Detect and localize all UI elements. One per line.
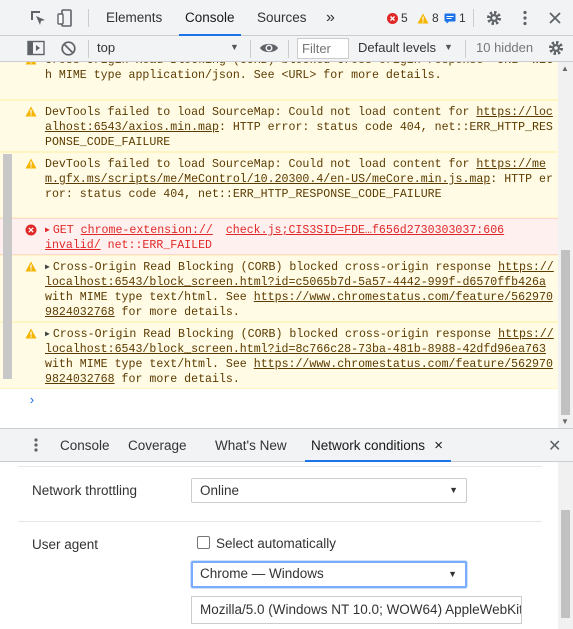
info-message-icon — [444, 13, 456, 23]
info-badge[interactable]: 1 — [444, 10, 466, 26]
scrollbar-thumb[interactable] — [561, 510, 570, 618]
dropdown-arrow-icon: ▼ — [449, 485, 458, 495]
console-message-warning[interactable]: ▶ Cross-Origin Read Blocking (CORB) block… — [0, 322, 558, 389]
warning-icon — [25, 106, 37, 118]
console-scrollbar[interactable]: ▲ ▼ — [558, 62, 573, 428]
divider — [18, 521, 542, 522]
drawer-menu-icon[interactable] — [30, 437, 42, 456]
request-url[interactable]: chrome-extension:// — [81, 224, 213, 237]
tab-sources[interactable]: Sources — [251, 0, 313, 36]
eye-icon[interactable] — [259, 41, 279, 58]
divider — [18, 466, 542, 467]
tab-label: Network conditions — [311, 438, 426, 453]
scrollbar-thumb[interactable] — [3, 154, 12, 379]
message-text: Cross-Origin Read Blocking (CORB) blocke… — [52, 328, 499, 341]
warning-icon — [417, 13, 429, 23]
inspect-icon[interactable] — [28, 8, 48, 28]
request-method: GET — [52, 224, 74, 237]
network-throttling-select[interactable]: Online ▼ — [191, 478, 467, 503]
dropdown-arrow-icon[interactable]: ▼ — [230, 42, 239, 52]
drawer-tab-console[interactable]: Console — [54, 429, 116, 462]
info-count: 1 — [459, 11, 466, 25]
tab-elements[interactable]: Elements — [100, 0, 168, 36]
drawer-scrollbar[interactable] — [558, 462, 573, 629]
console-filter-toolbar: top ▼ Default levels ▼ 10 hidden — [0, 36, 573, 62]
close-drawer-icon[interactable]: ✕ — [548, 436, 561, 456]
console-message-warning[interactable]: ▶ Cross-Origin Read Blocking (CORB) block… — [0, 255, 558, 322]
network-conditions-panel: Network throttling Online ▼ User agent S… — [0, 462, 558, 629]
warning-icon — [25, 158, 37, 170]
filter-input[interactable] — [297, 38, 349, 59]
message-text: with MIME type text/html. See — [45, 358, 254, 371]
console-settings-icon[interactable] — [547, 39, 565, 60]
warning-icon — [25, 62, 37, 66]
drawer-tab-coverage[interactable]: Coverage — [122, 429, 193, 462]
source-link[interactable]: check.js;CIS3SID=FDE…f656d2730303037:606 — [226, 224, 504, 237]
tab-console[interactable]: Console — [179, 0, 241, 36]
toolbar-divider — [465, 40, 466, 58]
console-message-warning[interactable]: DevTools failed to load SourceMap: Could… — [0, 152, 558, 218]
drawer-tab-network-conditions[interactable]: Network conditions × — [305, 429, 452, 462]
more-tabs-button[interactable]: » — [320, 0, 341, 36]
request-url[interactable]: invalid/ — [45, 239, 101, 252]
message-text: for more details. — [114, 373, 240, 386]
warnings-badge[interactable]: 8 — [417, 10, 439, 26]
settings-icon[interactable] — [484, 8, 504, 28]
console-prompt-row[interactable]: › — [0, 389, 558, 417]
warning-icon — [25, 261, 37, 273]
prompt-caret-icon: › — [28, 393, 36, 408]
select-automatically-label[interactable]: Select automatically — [216, 536, 336, 551]
dropdown-arrow-icon: ▼ — [448, 569, 457, 579]
errors-badge[interactable]: 5 — [387, 10, 408, 26]
console-message-warning[interactable]: DevTools failed to load SourceMap: Could… — [0, 100, 558, 152]
console-messages: Cross-Origin Read Blocking (CORB) blocke… — [0, 62, 558, 428]
error-icon — [387, 12, 398, 24]
user-agent-select[interactable]: Chrome — Windows ▼ — [191, 561, 467, 588]
scroll-up-icon[interactable]: ▲ — [561, 64, 569, 73]
console-message-error[interactable]: ▶ GET chrome-extension:// check.js;CIS3SI… — [0, 218, 558, 255]
toolbar-divider — [88, 9, 89, 27]
user-agent-label: User agent — [32, 537, 99, 552]
hidden-messages-count: 10 hidden — [476, 40, 534, 55]
sidebar-toggle-icon[interactable] — [27, 40, 45, 60]
toolbar-divider — [88, 40, 89, 58]
network-throttling-label: Network throttling — [32, 483, 138, 498]
message-text: with MIME type text/html. See — [45, 291, 254, 304]
scrollbar-thumb[interactable] — [561, 250, 570, 415]
user-agent-string: Mozilla/5.0 (Windows NT 10.0; WOW64) App… — [200, 602, 522, 617]
expand-arrow-icon[interactable]: ▶ — [45, 223, 50, 238]
toolbar-divider — [250, 40, 251, 58]
warning-icon — [25, 328, 37, 340]
message-text: Cross-Origin Read Blocking (CORB) blocke… — [45, 62, 553, 82]
message-text: DevTools failed to load SourceMap: Could… — [45, 106, 477, 119]
error-status: net::ERR_FAILED — [107, 239, 213, 252]
select-automatically-checkbox[interactable] — [197, 536, 210, 549]
close-tab-icon[interactable]: × — [434, 429, 443, 462]
warnings-count: 8 — [432, 11, 439, 25]
console-message-warning[interactable]: Cross-Origin Read Blocking (CORB) blocke… — [0, 62, 558, 100]
close-icon[interactable] — [545, 8, 565, 28]
toolbar-divider — [288, 40, 289, 58]
drawer-toolbar: Console Coverage What's New Network cond… — [0, 428, 573, 462]
device-toolbar-icon[interactable] — [56, 8, 76, 28]
user-agent-string-input[interactable]: Mozilla/5.0 (Windows NT 10.0; WOW64) App… — [191, 596, 522, 624]
drawer-tab-whats-new[interactable]: What's New — [209, 429, 293, 462]
message-text: for more details. — [114, 306, 240, 319]
log-levels-dropdown[interactable]: Default levels — [358, 40, 436, 55]
select-value: Chrome — Windows — [200, 566, 324, 581]
message-text: DevTools failed to load SourceMap: Could… — [45, 158, 477, 171]
devtools-main-toolbar: Elements Console Sources » 5 8 1 — [0, 0, 573, 36]
expand-arrow-icon[interactable]: ▶ — [45, 260, 50, 275]
errors-count: 5 — [401, 11, 408, 25]
kebab-menu-icon[interactable] — [515, 8, 535, 28]
context-selector[interactable]: top — [97, 40, 115, 55]
dropdown-arrow-icon[interactable]: ▼ — [444, 42, 453, 52]
error-icon — [25, 224, 37, 236]
clear-console-icon[interactable] — [60, 40, 77, 60]
select-value: Online — [200, 483, 240, 498]
scroll-down-icon[interactable]: ▼ — [561, 417, 569, 426]
message-text: Cross-Origin Read Blocking (CORB) blocke… — [52, 261, 499, 274]
toolbar-divider — [473, 9, 474, 27]
expand-arrow-icon[interactable]: ▶ — [45, 327, 50, 342]
